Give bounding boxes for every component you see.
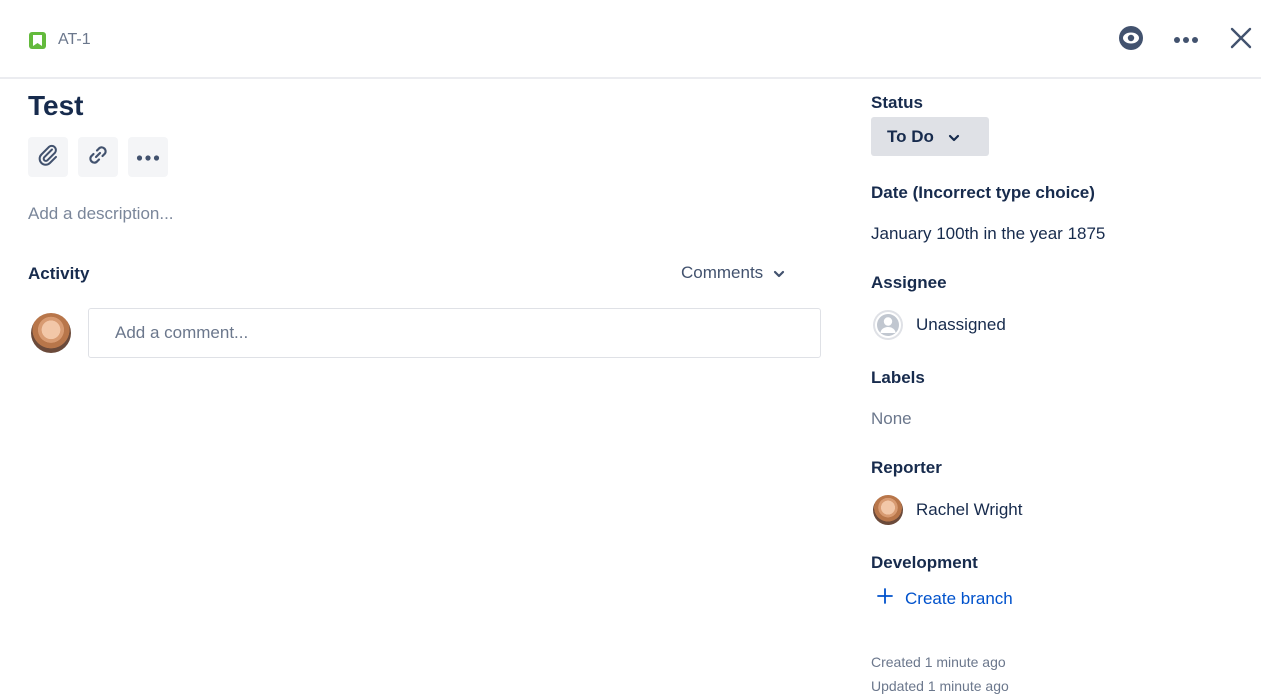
more-actions-button[interactable] [1172, 26, 1200, 54]
activity-filter-label: Comments [681, 263, 764, 282]
more-icon [1173, 31, 1199, 49]
avatar [873, 495, 903, 525]
avatar [31, 313, 71, 353]
reporter-value: Rachel Wright [916, 500, 1023, 519]
labels-label: Labels [871, 368, 925, 387]
close-icon [1230, 27, 1252, 54]
close-button[interactable] [1227, 26, 1255, 54]
story-icon [29, 31, 46, 49]
updated-timestamp: Updated 1 minute ago [871, 678, 1009, 694]
activity-filter-dropdown[interactable]: Comments [681, 262, 785, 284]
issue-title[interactable]: Test [28, 90, 84, 122]
reporter-field[interactable]: Rachel Wright [873, 495, 1022, 525]
status-dropdown[interactable]: To Do [871, 117, 989, 156]
watch-button[interactable] [1117, 25, 1145, 56]
created-timestamp: Created 1 minute ago [871, 654, 1006, 670]
issue-key-breadcrumb[interactable]: AT-1 [29, 30, 91, 50]
issue-header: AT-1 [0, 0, 1261, 79]
create-branch-label: Create branch [905, 588, 1013, 608]
chevron-down-icon [773, 263, 785, 283]
date-label: Date (Incorrect type choice) [871, 183, 1095, 202]
comment-input[interactable]: Add a comment... [88, 308, 821, 358]
description-field[interactable]: Add a description... [28, 204, 174, 224]
status-value: To Do [887, 126, 934, 146]
development-label: Development [871, 553, 978, 572]
issue-key-label[interactable]: AT-1 [58, 31, 91, 49]
status-label: Status [871, 93, 923, 112]
assignee-value: Unassigned [916, 315, 1006, 334]
reporter-label: Reporter [871, 458, 942, 477]
watch-icon [1118, 25, 1144, 56]
activity-heading: Activity [28, 264, 90, 283]
unassigned-avatar-icon [873, 310, 903, 340]
attach-button[interactable] [28, 137, 68, 177]
plus-icon [877, 588, 893, 609]
labels-value[interactable]: None [871, 409, 912, 429]
more-icon [136, 148, 160, 166]
chevron-down-icon [948, 127, 960, 147]
assignee-field[interactable]: Unassigned [873, 310, 1006, 340]
paperclip-icon [36, 143, 60, 172]
date-value[interactable]: January 100th in the year 1875 [871, 224, 1105, 244]
link-icon [85, 142, 111, 173]
assignee-label: Assignee [871, 273, 947, 292]
link-issue-button[interactable] [78, 137, 118, 177]
more-tools-button[interactable] [128, 137, 168, 177]
create-branch-link[interactable]: Create branch [877, 588, 1013, 609]
